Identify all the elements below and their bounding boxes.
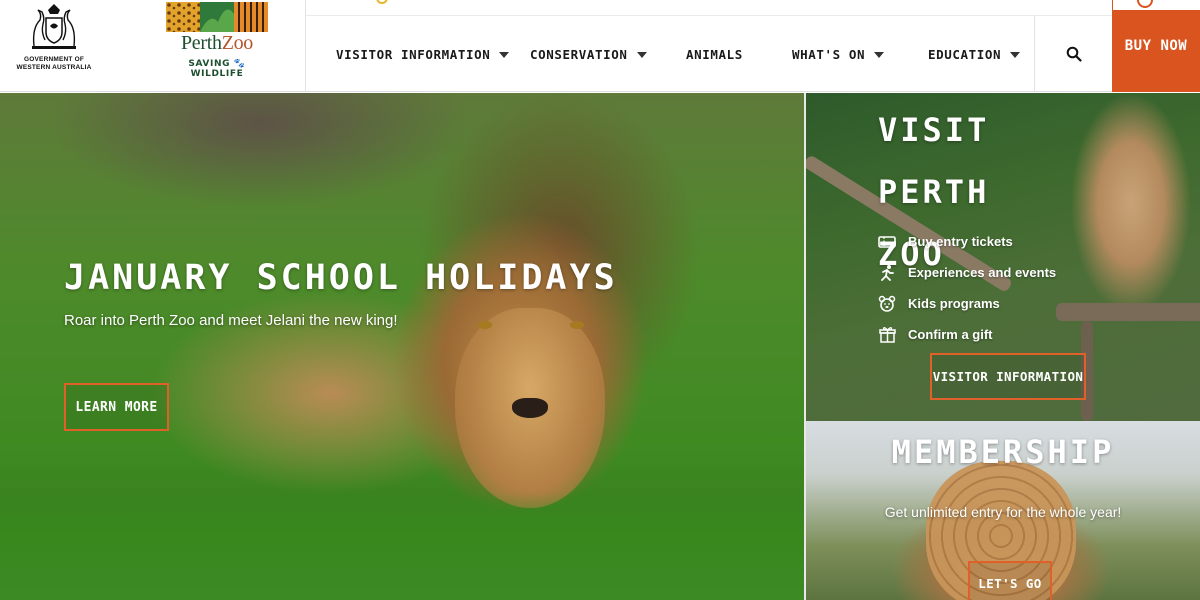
hero-subtitle: Roar into Perth Zoo and meet Jelani the … [64,312,398,329]
learn-more-button[interactable]: LEARN MORE [64,383,169,431]
membership-title: MEMBERSHIP [891,433,1115,471]
lion-eye-left [478,321,492,329]
main-nav: VISITOR INFORMATION CONSERVATION ANIMALS… [306,16,1034,92]
utility-bar [306,0,1112,16]
visitor-information-label: VISITOR INFORMATION [932,369,1084,384]
wooden-platform [1056,303,1200,321]
nav-whats-on[interactable]: WHAT'S ON [792,16,885,92]
experiences-and-events-link[interactable]: Experiences and events [878,257,1056,288]
zoo-wordmark-perth: Perth [180,32,222,54]
ticket-icon [878,233,896,251]
government-wa-logo[interactable]: GOVERNMENT OF WESTERN AUSTRALIA [14,0,94,80]
paw-icon: 🐾 [233,59,246,69]
animal-pattern-banner-icon [166,2,268,32]
zoo-tagline-saving: SAVING [188,59,231,69]
alert-icon [376,0,388,4]
chevron-down-icon [636,51,647,58]
membership-subtitle: Get unlimited entry for the whole year! [884,504,1122,520]
buy-entry-tickets-label: Buy entry tickets [908,234,1013,249]
perth-zoo-logo[interactable]: PerthZoo SAVING 🐾 WILDLIFE [164,2,270,79]
confirm-a-gift-label: Confirm a gift [908,327,993,342]
nav-whats-on-label: WHAT'S ON [792,46,866,62]
visitor-information-button[interactable]: VISITOR INFORMATION [930,353,1086,400]
nav-visitor-information-label: VISITOR INFORMATION [336,46,491,62]
search-icon [1066,46,1082,62]
visit-perth-zoo-panel: VISIT PERTH ZOO Buy entry tickets Experi… [806,93,1200,421]
nav-education-label: EDUCATION [928,46,1002,62]
login-link[interactable] [1112,0,1200,10]
running-icon [878,264,896,282]
nav-animals-label: ANIMALS [686,46,743,62]
visit-links: Buy entry tickets Experiences and events… [878,226,1056,350]
grass-foreground [0,493,804,600]
gov-line-1: GOVERNMENT OF [23,56,85,63]
hero-banner: JANUARY SCHOOL HOLIDAYS Roar into Perth … [0,93,804,600]
buy-entry-tickets-link[interactable]: Buy entry tickets [878,226,1056,257]
buy-now-button[interactable]: BUY NOW [1112,0,1200,92]
kids-programs-link[interactable]: Kids programs [878,288,1056,319]
search-button[interactable] [1034,16,1112,92]
chevron-down-icon [499,51,510,58]
user-icon [1137,0,1153,8]
nav-conservation-label: CONSERVATION [530,46,628,62]
zoo-tagline-wildlife: WILDLIFE [190,69,244,79]
chevron-down-icon [874,51,885,58]
bear-face-icon [878,295,896,313]
learn-more-label: LEARN MORE [75,399,158,415]
chevron-down-icon [1010,51,1021,58]
lion-nose [512,398,548,418]
site-header: GOVERNMENT OF WESTERN AUSTRALIA PerthZoo… [0,0,1200,92]
nav-education[interactable]: EDUCATION [928,16,1021,92]
zoo-tagline: SAVING 🐾 WILDLIFE [164,59,270,79]
zoo-wordmark-zoo: Zoo [221,32,254,54]
gov-line-2: WESTERN AUSTRALIA [16,64,92,71]
experiences-and-events-label: Experiences and events [908,265,1057,280]
gift-icon [878,326,896,344]
nav-visitor-information[interactable]: VISITOR INFORMATION [336,16,510,92]
buy-now-label: BUY NOW [1124,38,1188,54]
membership-panel: MEMBERSHIP Get unlimited entry for the w… [806,421,1200,600]
zoo-wordmark: PerthZoo [164,32,270,55]
coat-of-arms-icon [32,4,76,49]
lets-go-label: LET'S GO [978,576,1042,591]
lets-go-button[interactable]: LET'S GO [968,561,1052,600]
nav-conservation[interactable]: CONSERVATION [530,16,647,92]
nav-animals[interactable]: ANIMALS [686,16,743,92]
confirm-a-gift-link[interactable]: Confirm a gift [878,319,1056,350]
lion-eye-right [570,321,584,329]
government-wa-text: GOVERNMENT OF WESTERN AUSTRALIA [14,56,94,72]
kids-programs-label: Kids programs [908,296,1000,311]
hero-title: JANUARY SCHOOL HOLIDAYS [64,258,618,298]
